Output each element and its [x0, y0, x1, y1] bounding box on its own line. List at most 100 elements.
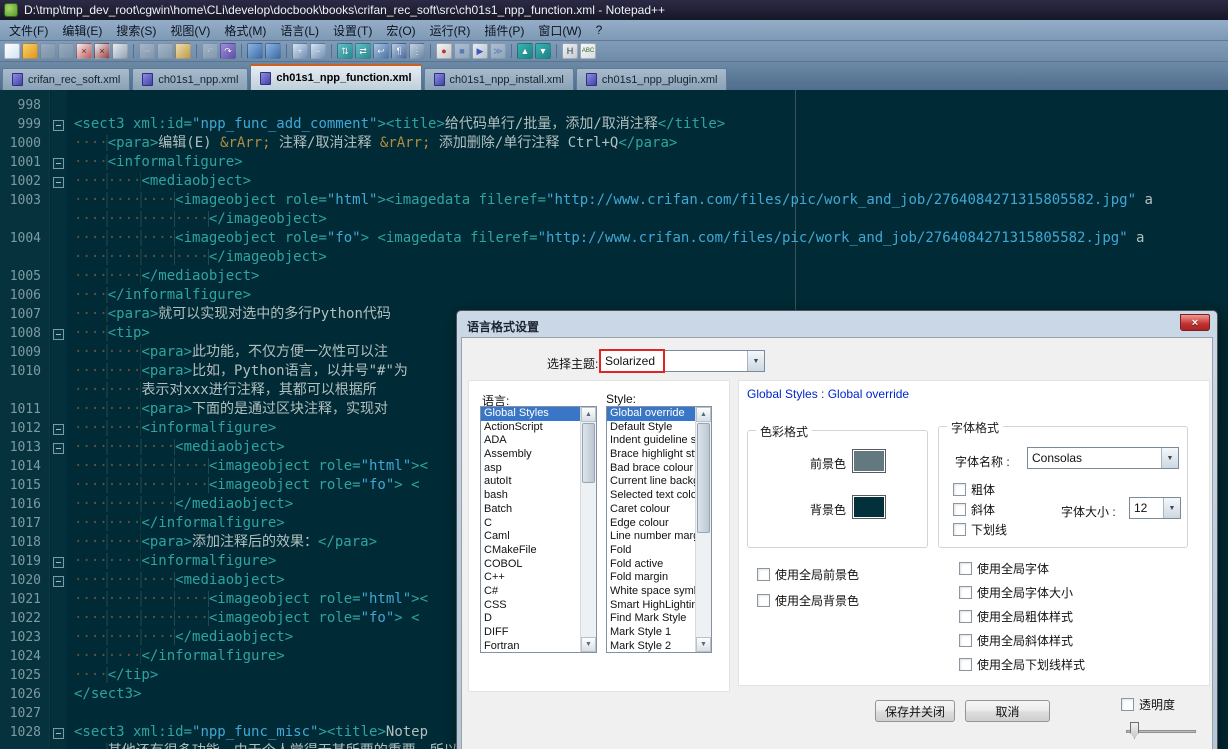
style-listbox[interactable]: Global override Default Style Indent guide…	[606, 406, 712, 653]
list-item[interactable]: autoIt	[481, 475, 580, 489]
transparency-slider-thumb[interactable]	[1130, 722, 1139, 739]
chevron-down-icon[interactable]: ▼	[747, 351, 764, 371]
fold-collapse-icon[interactable]	[53, 120, 64, 131]
list-item[interactable]: Caret colour	[607, 503, 695, 517]
open-folder-icon[interactable]	[22, 43, 38, 59]
tab-ch01s1_npp_plugin.xml[interactable]: ch01s1_npp_plugin.xml	[575, 68, 728, 90]
tab-ch01s1_npp.xml[interactable]: ch01s1_npp.xml	[132, 68, 249, 90]
list-item[interactable]: Mark Style 2	[607, 640, 695, 652]
list-item[interactable]: Find Mark Style	[607, 612, 695, 626]
fold-all-icon[interactable]: ▲	[517, 43, 533, 59]
menu-item-3[interactable]: 视图(V)	[163, 20, 217, 41]
undo-icon[interactable]: ↶	[202, 43, 218, 59]
italic-checkbox[interactable]: 斜体	[953, 501, 995, 518]
scroll-down-icon[interactable]: ▼	[696, 637, 711, 652]
bold-checkbox[interactable]: 粗体	[953, 481, 995, 498]
scroll-up-icon[interactable]: ▲	[696, 407, 711, 422]
list-item[interactable]: Global override	[607, 407, 695, 421]
foreground-colour-swatch[interactable]	[852, 449, 886, 473]
list-item[interactable]: Current line background colour	[607, 475, 695, 489]
tab-ch01s1_npp_install.xml[interactable]: ch01s1_npp_install.xml	[423, 68, 574, 90]
checkbox-box[interactable]	[959, 634, 972, 647]
menu-item-10[interactable]: 窗口(W)	[531, 20, 588, 41]
chevron-down-icon[interactable]: ▼	[1163, 498, 1180, 518]
checkbox-box[interactable]	[757, 568, 770, 581]
checkbox-box[interactable]	[959, 562, 972, 575]
fold-collapse-icon[interactable]	[53, 158, 64, 169]
dialog-title-bar[interactable]: 语言格式设置	[461, 315, 1213, 337]
list-item[interactable]: Indent guideline style	[607, 434, 695, 448]
list-item[interactable]: CMakeFile	[481, 544, 580, 558]
save-icon[interactable]	[40, 43, 56, 59]
list-item[interactable]: asp	[481, 462, 580, 476]
sync-scroll-horizontal-icon[interactable]: ⇄	[355, 43, 371, 59]
language-listbox[interactable]: Global Styles ActionScript ADA Assembly asp a…	[480, 406, 597, 653]
fold-collapse-icon[interactable]	[53, 557, 64, 568]
list-item[interactable]: Global Styles	[481, 407, 580, 421]
fold-collapse-icon[interactable]	[53, 424, 64, 435]
list-item[interactable]: C	[481, 517, 580, 531]
title-bar[interactable]: D:\tmp\tmp_dev_root\cgwin\home\CLi\devel…	[0, 0, 1228, 20]
list-item[interactable]: Fortran	[481, 640, 580, 652]
list-item[interactable]: DIFF	[481, 626, 580, 640]
list-item[interactable]: Batch	[481, 503, 580, 517]
checkbox-box[interactable]	[959, 610, 972, 623]
global-style-checkbox-4[interactable]: 使用全局下划线样式	[959, 656, 1085, 673]
checkbox-box[interactable]	[953, 503, 966, 516]
language-scrollbar[interactable]: ▲ ▼	[580, 407, 596, 652]
scroll-up-icon[interactable]: ▲	[581, 407, 596, 422]
list-item[interactable]: Default Style	[607, 421, 695, 435]
replace-icon[interactable]	[265, 43, 281, 59]
list-item[interactable]: Bad brace colour	[607, 462, 695, 476]
transparency-checkbox[interactable]: 透明度	[1121, 696, 1175, 713]
list-item[interactable]: Caml	[481, 530, 580, 544]
checkbox-box[interactable]	[1121, 698, 1134, 711]
menu-item-7[interactable]: 宏(O)	[379, 20, 422, 41]
menu-item-11[interactable]: ?	[589, 21, 610, 39]
style-scrollbar[interactable]: ▲ ▼	[695, 407, 711, 652]
find-icon[interactable]	[247, 43, 263, 59]
zoom-out-icon[interactable]: −	[310, 43, 326, 59]
tab-crifan_rec_soft.xml[interactable]: crifan_rec_soft.xml	[2, 68, 131, 90]
fold-collapse-icon[interactable]	[53, 728, 64, 739]
run-macro-multiple-icon[interactable]: ≫	[490, 43, 506, 59]
use-global-foreground-checkbox[interactable]: 使用全局前景色	[757, 566, 859, 583]
font-size-combobox[interactable]: 12 ▼	[1129, 497, 1181, 519]
menu-item-4[interactable]: 格式(M)	[217, 20, 273, 41]
cut-icon[interactable]: ✂	[139, 43, 155, 59]
checkbox-box[interactable]	[953, 483, 966, 496]
global-style-checkbox-0[interactable]: 使用全局字体	[959, 560, 1049, 577]
stop-macro-icon[interactable]: ■	[454, 43, 470, 59]
list-item[interactable]: Fold margin	[607, 571, 695, 585]
word-wrap-icon[interactable]: ↩	[373, 43, 389, 59]
menu-item-1[interactable]: 编辑(E)	[55, 20, 109, 41]
cancel-button[interactable]: 取消	[965, 700, 1050, 722]
menu-item-6[interactable]: 设置(T)	[326, 20, 379, 41]
list-item[interactable]: ActionScript	[481, 421, 580, 435]
menu-item-2[interactable]: 搜索(S)	[109, 20, 163, 41]
zoom-in-icon[interactable]: +	[292, 43, 308, 59]
list-item[interactable]: Mark Style 1	[607, 626, 695, 640]
list-item[interactable]: CSS	[481, 599, 580, 613]
font-name-combobox[interactable]: Consolas ▼	[1027, 447, 1179, 469]
list-item[interactable]: Brace highlight style	[607, 448, 695, 462]
dialog-close-button[interactable]: ×	[1180, 314, 1210, 331]
list-item[interactable]: COBOL	[481, 558, 580, 572]
fold-collapse-icon[interactable]	[53, 443, 64, 454]
menu-item-0[interactable]: 文件(F)	[2, 20, 55, 41]
checkbox-box[interactable]	[959, 658, 972, 671]
global-style-checkbox-2[interactable]: 使用全局粗体样式	[959, 608, 1073, 625]
global-style-checkbox-3[interactable]: 使用全局斜体样式	[959, 632, 1073, 649]
list-item[interactable]: Selected text colour	[607, 489, 695, 503]
fold-collapse-icon[interactable]	[53, 576, 64, 587]
list-item[interactable]: C#	[481, 585, 580, 599]
underline-checkbox[interactable]: 下划线	[953, 521, 1007, 538]
print-icon[interactable]	[112, 43, 128, 59]
use-global-background-checkbox[interactable]: 使用全局背景色	[757, 592, 859, 609]
menu-item-8[interactable]: 运行(R)	[423, 20, 478, 41]
menu-item-9[interactable]: 插件(P)	[477, 20, 531, 41]
save-all-icon[interactable]	[58, 43, 74, 59]
list-item[interactable]: C++	[481, 571, 580, 585]
list-item[interactable]: Fold active	[607, 558, 695, 572]
list-item[interactable]: White space symbol	[607, 585, 695, 599]
